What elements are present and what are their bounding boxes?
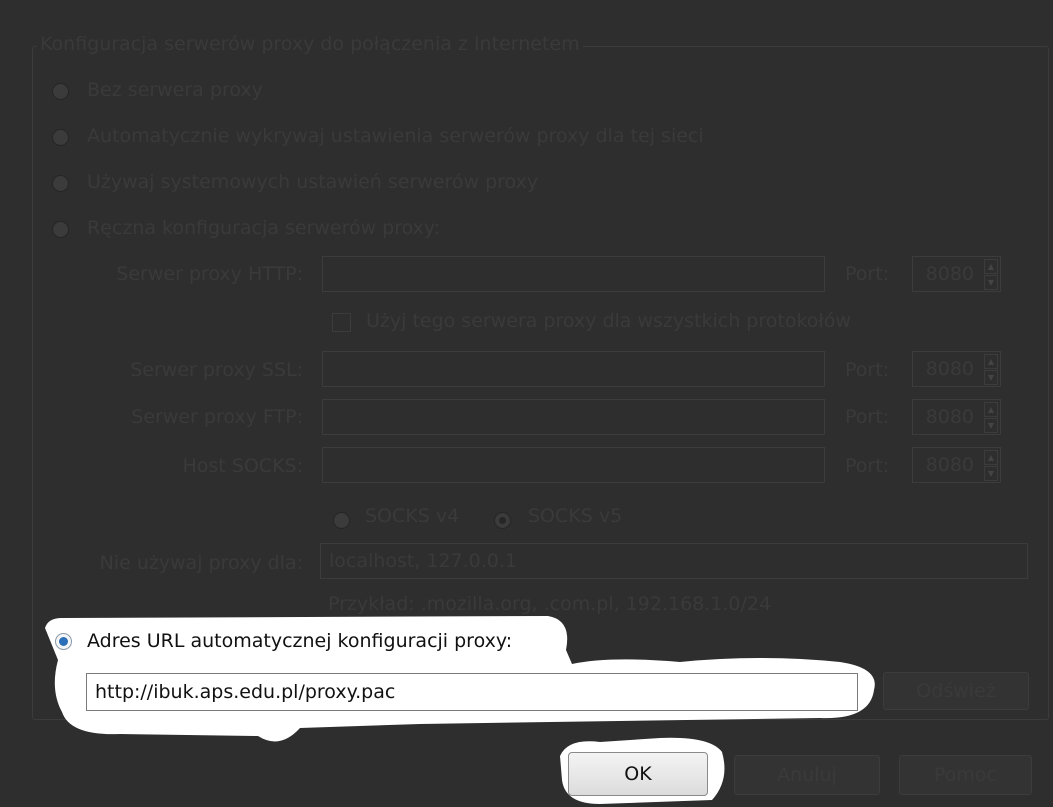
ok-button[interactable]: OK xyxy=(568,752,708,796)
radio-pac-url[interactable] xyxy=(55,633,72,650)
help-button[interactable]: Pomoc xyxy=(899,755,1032,795)
pac-url-input[interactable]: http://ibuk.aps.edu.pl/proxy.pac xyxy=(86,673,858,711)
reload-button[interactable]: Odśwież xyxy=(883,672,1029,710)
cancel-button[interactable]: Anuluj xyxy=(734,755,880,795)
radio-pac-url-label[interactable]: Adres URL automatycznej konfiguracji pro… xyxy=(87,630,512,652)
